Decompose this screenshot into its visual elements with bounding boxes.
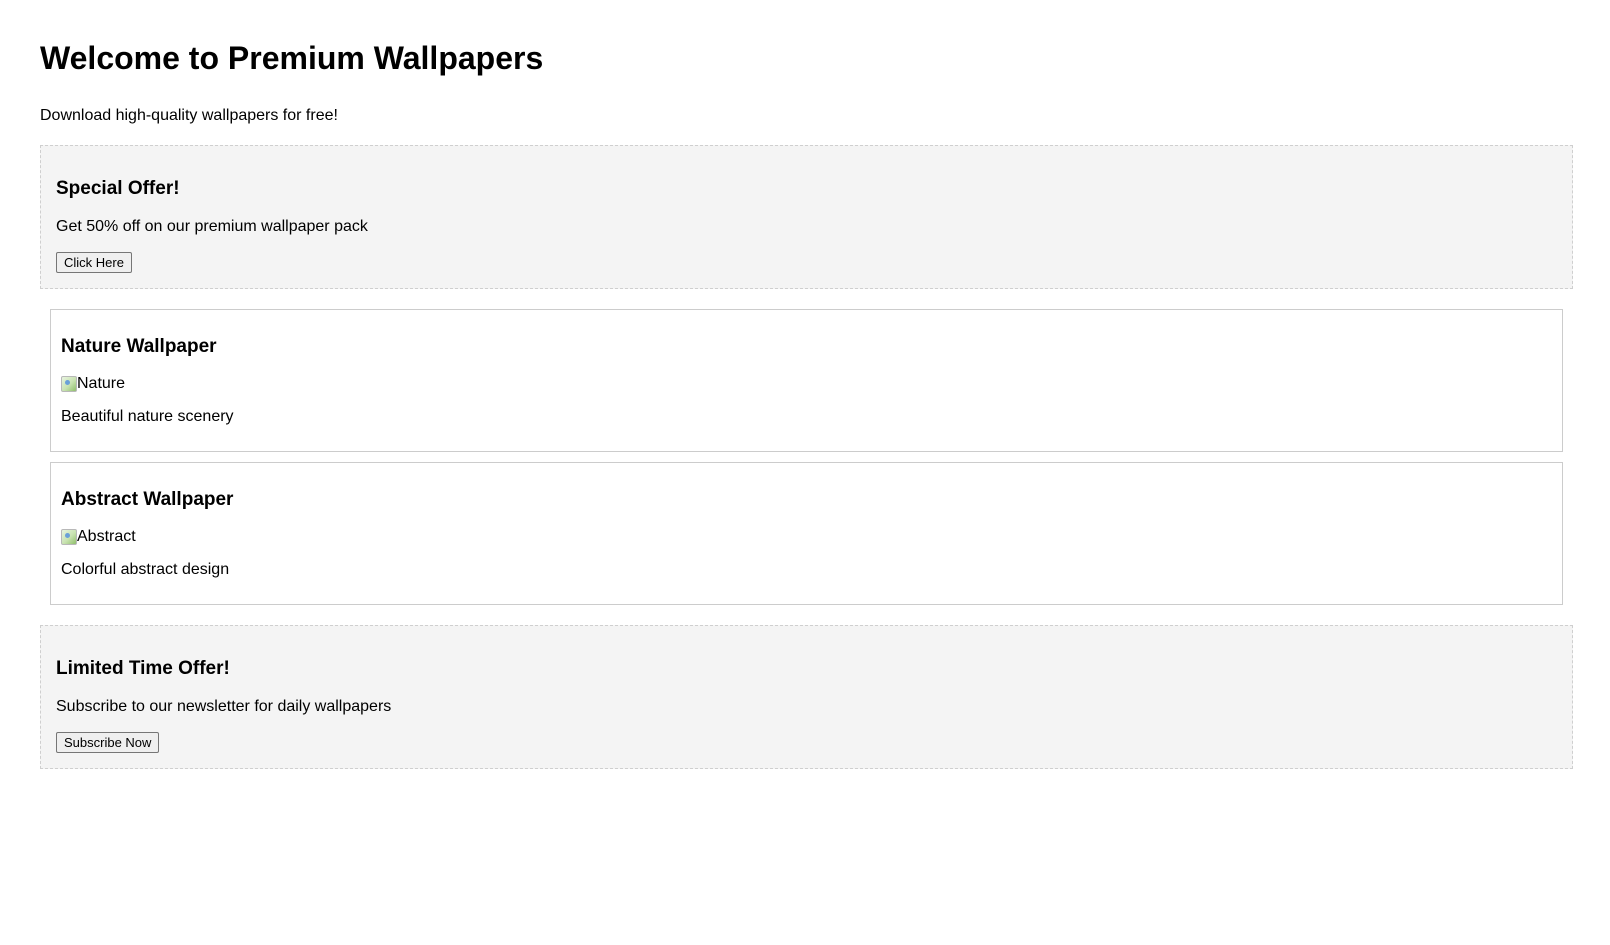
page-container: Welcome to Premium Wallpapers Download h…: [0, 0, 1610, 769]
image-alt-text: Abstract: [77, 528, 136, 545]
broken-image-icon: [61, 529, 77, 545]
subscribe-now-button[interactable]: Subscribe Now: [56, 732, 160, 753]
offer-title: Limited Time Offer!: [56, 658, 230, 679]
offer-text: Subscribe to our newsletter for daily wa…: [56, 698, 392, 715]
special-offer-banner: Special Offer! Get 50% off on our premiu…: [40, 145, 1573, 289]
wallpaper-title: Nature Wallpaper: [61, 336, 217, 357]
wallpaper-card-nature: Nature Wallpaper Nature Beautiful nature…: [50, 309, 1563, 452]
limited-offer-banner: Limited Time Offer! Subscribe to our new…: [40, 625, 1573, 769]
page-subtitle: Download high-quality wallpapers for fre…: [40, 107, 338, 124]
wallpaper-description: Colorful abstract design: [61, 561, 230, 578]
offer-title: Special Offer!: [56, 178, 180, 199]
offer-text: Get 50% off on our premium wallpaper pac…: [56, 218, 368, 235]
wallpaper-title: Abstract Wallpaper: [61, 489, 234, 510]
click-here-button[interactable]: Click Here: [56, 252, 132, 273]
image-alt-text: Nature: [77, 375, 126, 392]
wallpaper-image-nature[interactable]: Nature: [61, 375, 1552, 393]
broken-image-icon: [61, 376, 77, 392]
wallpaper-image-abstract[interactable]: Abstract: [61, 528, 1552, 546]
wallpaper-card-abstract: Abstract Wallpaper Abstract Colorful abs…: [50, 462, 1563, 605]
wallpaper-description: Beautiful nature scenery: [61, 408, 234, 425]
page-title: Welcome to Premium Wallpapers: [40, 40, 544, 76]
